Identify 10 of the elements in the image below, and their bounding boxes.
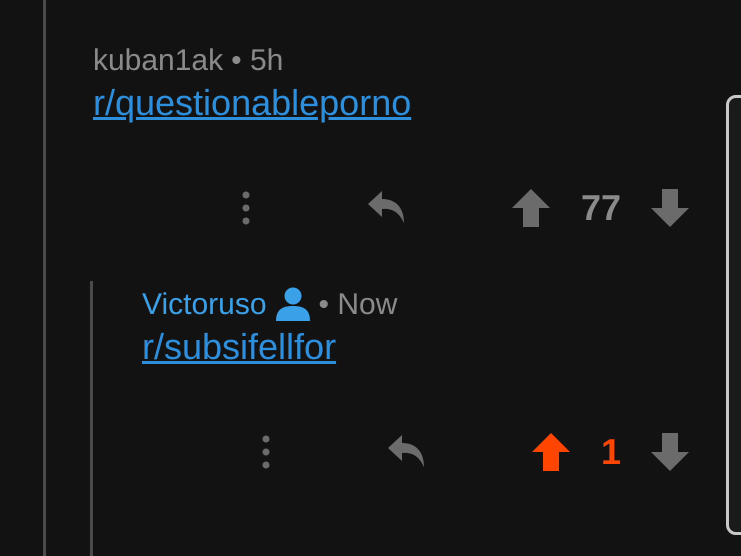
more-options-icon[interactable] xyxy=(260,435,271,469)
upvote-icon[interactable] xyxy=(510,188,551,228)
vote-score: 77 xyxy=(580,186,621,230)
comment-time: • Now xyxy=(318,286,398,322)
more-options-icon[interactable] xyxy=(240,191,251,225)
comment-time: • 5h xyxy=(231,42,284,78)
upvote-icon[interactable] xyxy=(530,432,571,472)
downvote-icon[interactable] xyxy=(650,188,690,228)
vote-score: 1 xyxy=(600,430,621,474)
downvote-icon[interactable] xyxy=(650,432,690,472)
